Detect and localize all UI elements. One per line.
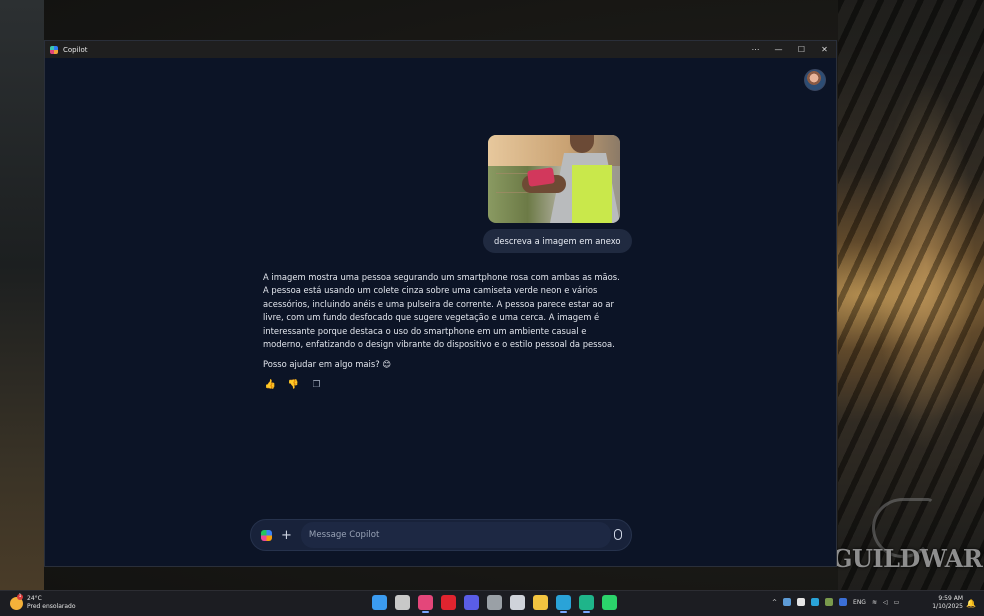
taskbar: 1 24°C Pred ensolarado ^ ENG ≋ ◁ ▭ 9:59 …: [0, 590, 984, 616]
add-attachment-button[interactable]: +: [281, 529, 292, 542]
notification-icon[interactable]: 🔔: [966, 599, 976, 608]
copilot-logo-icon[interactable]: [261, 529, 272, 541]
user-avatar[interactable]: [804, 69, 826, 91]
shield-app-icon[interactable]: [602, 595, 617, 610]
edge-tray-icon[interactable]: [811, 598, 820, 606]
volume-icon[interactable]: ◁: [883, 599, 888, 606]
copilot-icon[interactable]: [418, 595, 433, 613]
copilot-window: Copilot ⋯ — ☐ ✕ descreva a imagem em ane…: [44, 40, 837, 567]
attached-image[interactable]: [488, 135, 620, 223]
more-options-button[interactable]: ⋯: [744, 41, 767, 58]
assistant-response: A imagem mostra uma pessoa segurando um …: [263, 271, 625, 372]
weather-condition: Pred ensolarado: [27, 603, 76, 610]
edge-icon[interactable]: [556, 595, 571, 613]
chevron-up-icon[interactable]: ^: [772, 599, 777, 606]
file-explorer-window-icon[interactable]: [395, 595, 410, 610]
thumbs-up-icon[interactable]: 👍: [265, 379, 276, 390]
image-shirt: [572, 165, 612, 223]
assistant-followup: Posso ajudar em algo mais? 😊: [263, 359, 392, 370]
language-indicator[interactable]: ENG: [853, 599, 866, 606]
file-explorer-icon[interactable]: [533, 595, 548, 610]
message-input[interactable]: [300, 522, 611, 548]
window-controls: ⋯ — ☐ ✕: [744, 41, 836, 58]
copilot-app-icon: [50, 45, 58, 54]
weather-badge: 1: [17, 593, 23, 600]
user-message-bubble: descreva a imagem em anexo: [483, 229, 632, 253]
onedrive-icon[interactable]: [797, 598, 806, 606]
assistant-paragraph: A imagem mostra uma pessoa segurando um …: [263, 272, 620, 350]
clock-time: 9:59 AM: [938, 595, 963, 602]
sun-icon: 1: [10, 593, 23, 610]
copy-icon[interactable]: ❐: [311, 379, 322, 390]
guildwars-logo: GUILDWARS: [832, 544, 984, 573]
wifi-icon[interactable]: ≋: [872, 599, 877, 606]
obs-icon[interactable]: [487, 595, 502, 610]
clock[interactable]: 9:59 AM 1/10/2025: [930, 595, 963, 611]
opera-icon[interactable]: [441, 595, 456, 610]
edge-beta-icon[interactable]: [579, 595, 594, 613]
battery-icon[interactable]: ▭: [894, 599, 900, 606]
message-actions: 👍 👎 ❐: [265, 379, 322, 390]
thumbs-down-icon[interactable]: 👎: [288, 379, 299, 390]
speedtest-icon[interactable]: [510, 595, 525, 610]
title-bar[interactable]: Copilot ⋯ — ☐ ✕: [45, 41, 836, 58]
wallpaper-left: [0, 0, 44, 590]
system-tray: ^ ENG ≋ ◁ ▭: [772, 598, 899, 606]
clock-date: 1/10/2025: [932, 603, 963, 610]
bluetooth-icon[interactable]: [839, 598, 848, 606]
weather-widget[interactable]: 1 24°C Pred ensolarado: [10, 593, 76, 611]
nvidia-icon[interactable]: [825, 598, 834, 606]
weather-temp: 24°C: [27, 595, 42, 602]
close-button[interactable]: ✕: [813, 41, 836, 58]
message-composer: +: [250, 519, 632, 551]
window-title: Copilot: [63, 45, 88, 54]
maximize-button[interactable]: ☐: [790, 41, 813, 58]
weather-text: 24°C Pred ensolarado: [27, 595, 76, 611]
windows-start-icon[interactable]: [372, 595, 387, 610]
steam-icon[interactable]: [783, 598, 792, 606]
visual-studio-icon[interactable]: [464, 595, 479, 610]
microphone-icon[interactable]: [614, 529, 622, 540]
taskbar-apps: [372, 595, 617, 613]
minimize-button[interactable]: —: [767, 41, 790, 58]
